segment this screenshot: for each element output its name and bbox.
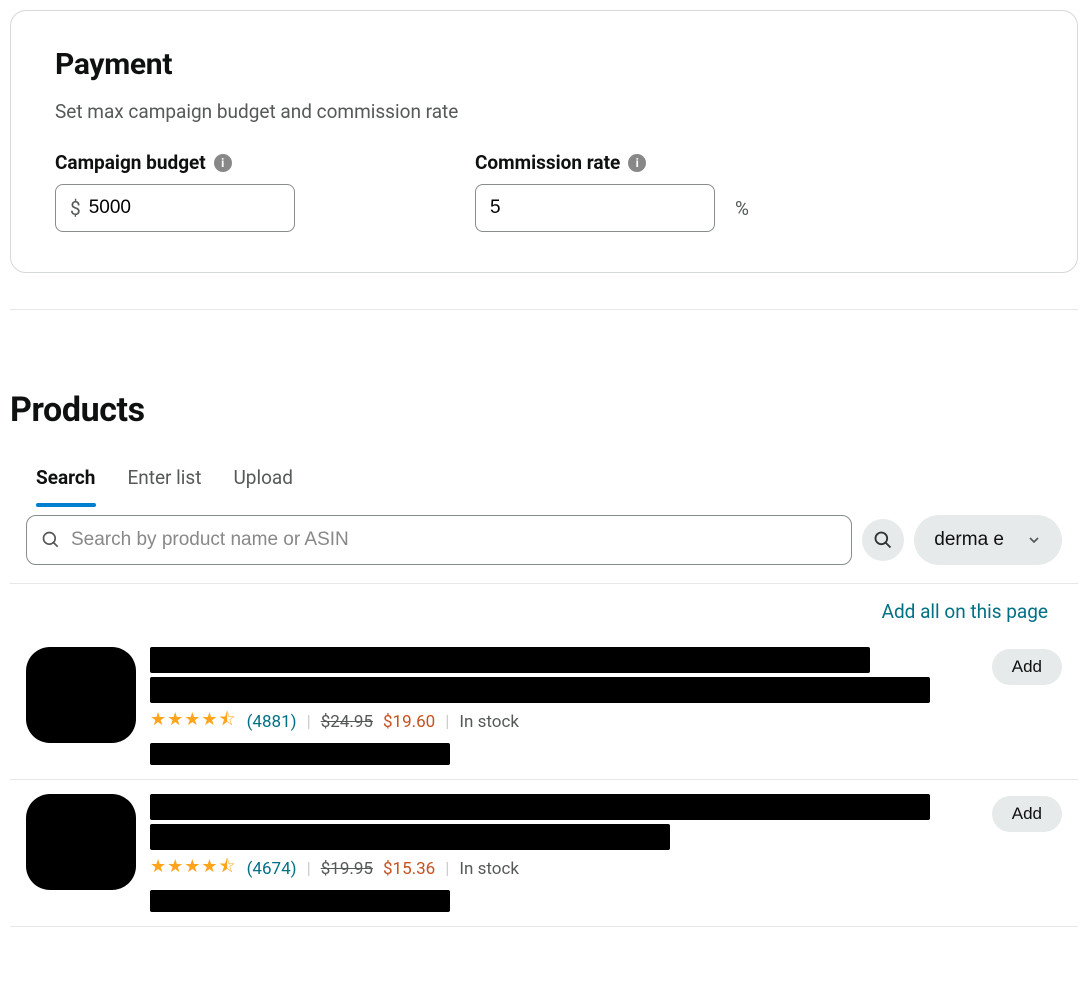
section-divider [10,309,1078,310]
search-button[interactable] [862,519,904,561]
info-icon[interactable]: i [214,154,232,172]
currency-symbol: $ [70,197,81,220]
brand-filter-selected: derma e [934,529,1004,551]
brand-filter-dropdown[interactable]: derma e [914,515,1062,565]
product-thumbnail[interactable] [26,647,136,743]
product-row: ★★★★⯪ (4881) | $24.95 $19.60 | In stock … [10,633,1078,780]
search-icon [873,530,893,550]
review-count[interactable]: (4674) [247,859,297,879]
payment-subtitle: Set max campaign budget and commission r… [55,100,1033,123]
commission-rate-input-wrap: % [475,184,715,232]
original-price: $19.95 [321,859,373,879]
tab-search[interactable]: Search [36,466,95,489]
campaign-budget-label: Campaign budget [55,151,206,174]
commission-rate-label: Commission rate [475,151,620,174]
add-button[interactable]: Add [992,649,1062,685]
campaign-budget-field: Campaign budget i $ [55,151,295,232]
product-search-input[interactable] [71,529,837,551]
campaign-budget-input[interactable] [81,197,342,219]
product-thumbnail[interactable] [26,794,136,890]
payment-card: Payment Set max campaign budget and comm… [10,10,1078,273]
percent-symbol: % [735,197,749,220]
product-asin [150,743,450,765]
stock-status: In stock [459,859,519,879]
stock-status: In stock [459,712,519,732]
campaign-budget-input-wrap: $ [55,184,295,232]
info-icon[interactable]: i [628,154,646,172]
chevron-down-icon [1026,532,1042,548]
product-asin [150,890,450,912]
tab-upload[interactable]: Upload [233,466,293,489]
product-row: ★★★★⯪ (4674) | $19.95 $15.36 | In stock … [10,780,1078,927]
product-title[interactable] [150,794,978,850]
payment-title: Payment [55,47,1033,82]
products-tabs: Search Enter list Upload [10,466,1078,507]
commission-rate-input[interactable] [490,197,735,219]
product-search-box [26,515,852,565]
review-count[interactable]: (4881) [247,712,297,732]
original-price: $24.95 [321,712,373,732]
sale-price: $19.60 [383,712,435,732]
add-all-link[interactable]: Add all on this page [882,600,1048,623]
products-title: Products [10,390,1078,430]
star-rating-icon: ★★★★⯪ [150,707,237,737]
sale-price: $15.36 [383,859,435,879]
product-title[interactable] [150,647,978,703]
star-rating-icon: ★★★★⯪ [150,854,237,884]
search-icon [41,530,61,550]
tab-enter-list[interactable]: Enter list [127,466,201,489]
commission-rate-field: Commission rate i % [475,151,715,232]
add-button[interactable]: Add [992,796,1062,832]
